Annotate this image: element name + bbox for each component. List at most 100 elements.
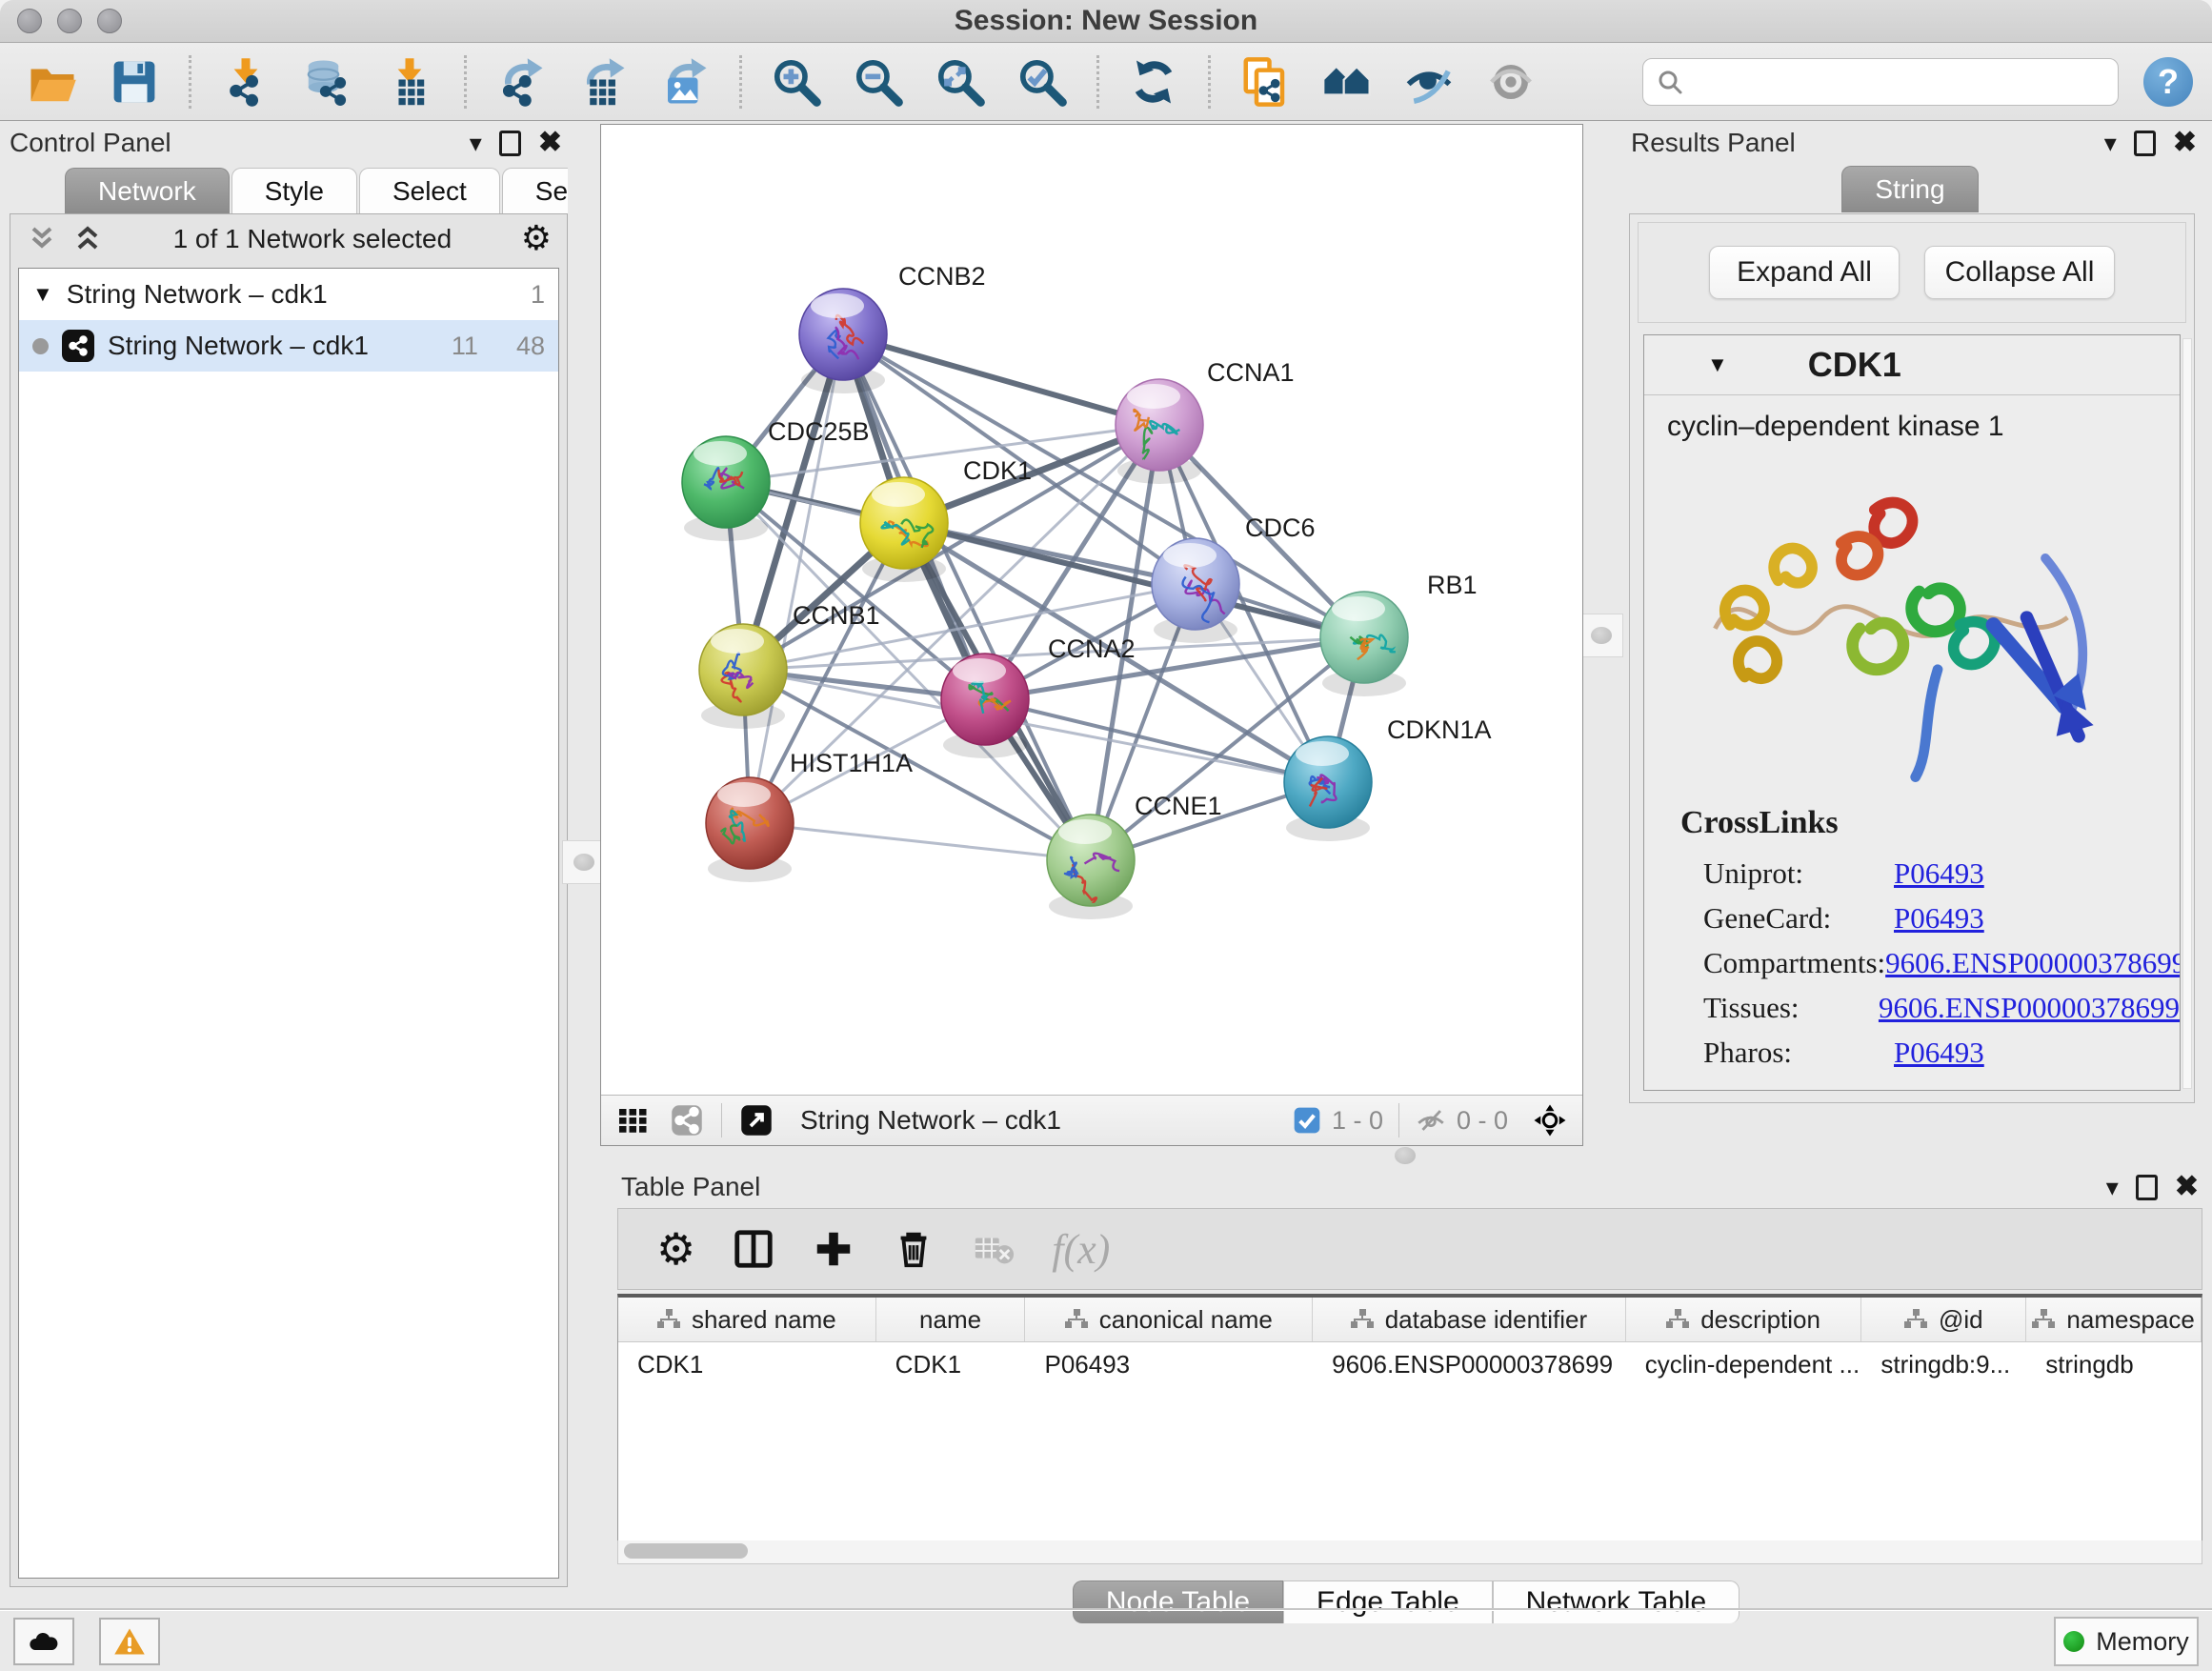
table-row[interactable]: CDK1CDK1P064939606.ENSP00000378699cyclin…	[618, 1342, 2202, 1386]
help-button[interactable]: ?	[2143, 57, 2193, 107]
crosslinks-section: CrossLinks Uniprot: P06493GeneCard: P064…	[1680, 805, 2180, 1075]
graph-node-CDKN1A[interactable]: CDKN1A	[1284, 715, 1492, 841]
splitter-handle-dot[interactable]	[1591, 627, 1612, 644]
column-header-database-identifier[interactable]: database identifier	[1313, 1298, 1626, 1341]
clone-network-button[interactable]	[1237, 54, 1293, 110]
expand-all-button[interactable]: Expand All	[1709, 246, 1900, 299]
control-panel-close-icon[interactable]: ✖	[538, 129, 562, 157]
memory-label: Memory	[2096, 1627, 2189, 1657]
graph-node-CCNA1[interactable]: CCNA1	[1116, 358, 1295, 484]
control-panel-float-icon[interactable]	[499, 131, 521, 156]
tab-select[interactable]: Select	[359, 168, 500, 214]
column-header-name[interactable]: name	[876, 1298, 1026, 1341]
delete-column-icon[interactable]	[892, 1227, 935, 1271]
zoom-fit-button[interactable]	[933, 54, 988, 110]
results-panel: Results Panel ▾ ✖ String Expand All Coll…	[1619, 126, 2202, 1101]
column-header-canonical-name[interactable]: canonical name	[1025, 1298, 1313, 1341]
control-panel-collapse-icon[interactable]: ▾	[470, 131, 482, 155]
warnings-button[interactable]	[99, 1618, 160, 1665]
left-splitter[interactable]	[568, 124, 600, 1146]
birds-eye-view-icon[interactable]	[614, 1101, 653, 1139]
save-session-button[interactable]	[107, 54, 162, 110]
cloud-status-button[interactable]	[13, 1618, 74, 1665]
tab-network[interactable]: Network	[65, 168, 230, 214]
import-network-button[interactable]	[218, 54, 273, 110]
zoom-in-button[interactable]	[769, 54, 824, 110]
import-table-button[interactable]	[382, 54, 437, 110]
results-panel-collapse-icon[interactable]: ▾	[2104, 131, 2117, 155]
table-horizontal-scrollbar[interactable]	[617, 1540, 2202, 1564]
results-scrollbar[interactable]	[2182, 338, 2192, 1089]
scrollbar-thumb[interactable]	[624, 1543, 748, 1559]
crosslink-link[interactable]: P06493	[1894, 901, 1984, 936]
graph-node-RB1[interactable]: RB1	[1320, 571, 1478, 696]
export-network-button[interactable]	[493, 54, 549, 110]
column-header-shared-name[interactable]: shared name	[618, 1298, 876, 1341]
collapse-all-button[interactable]: Collapse All	[1924, 246, 2115, 299]
string-share-icon[interactable]	[668, 1101, 706, 1139]
fit-selected-crosshair-icon[interactable]	[1531, 1101, 1569, 1139]
table-options-gear-icon[interactable]: ⚙	[656, 1227, 695, 1271]
gene-description: cyclin–dependent kinase 1	[1667, 411, 2180, 443]
show-preview-button[interactable]	[1483, 54, 1538, 110]
tab-style[interactable]: Style	[231, 168, 357, 214]
table-body: CDK1CDK1P064939606.ENSP00000378699cyclin…	[618, 1342, 2202, 1386]
network-row[interactable]: String Network – cdk1 11 48	[19, 320, 558, 372]
crosslink-link[interactable]: 9606.ENSP00000378699	[1879, 991, 2180, 1025]
crosslink-label: Pharos:	[1703, 1036, 1894, 1070]
expand-all-icon[interactable]	[71, 223, 104, 255]
splitter-handle-dot[interactable]	[1395, 1147, 1416, 1164]
splitter-handle-dot[interactable]	[573, 854, 594, 871]
node-label-CDKN1A: CDKN1A	[1387, 715, 1492, 744]
search-input[interactable]	[1693, 66, 2104, 97]
results-panel-close-icon[interactable]: ✖	[2173, 129, 2197, 157]
export-table-button[interactable]	[575, 54, 631, 110]
crosslink-link[interactable]: P06493	[1894, 1036, 1984, 1070]
crosslink-link[interactable]: P06493	[1894, 856, 1984, 891]
bottom-splitter[interactable]	[600, 1146, 2204, 1170]
right-splitter[interactable]	[1583, 124, 1619, 1146]
nodes[interactable]: CCNB2 CCNA1 CDC25B CDK1 CDC6 RB1	[682, 262, 1492, 919]
graph-node-HIST1H1A[interactable]: HIST1H1A	[706, 749, 913, 882]
search-box[interactable]	[1642, 58, 2119, 106]
edges[interactable]	[726, 334, 1364, 860]
network-collection-row[interactable]: ▼ String Network – cdk1 1	[19, 269, 558, 320]
memory-button[interactable]: Memory	[2054, 1617, 2199, 1666]
table-panel-close-icon[interactable]: ✖	[2175, 1173, 2199, 1201]
column-header-namespace[interactable]: namespace	[2026, 1298, 2202, 1341]
export-image-button[interactable]	[657, 54, 713, 110]
import-database-button[interactable]	[300, 54, 355, 110]
open-session-button[interactable]	[25, 54, 80, 110]
graph-node-CCNE1[interactable]: CCNE1	[1047, 792, 1222, 919]
network-canvas[interactable]: CCNB2 CCNA1 CDC25B CDK1 CDC6 RB1	[601, 125, 1582, 1095]
create-column-icon[interactable]	[812, 1227, 855, 1271]
table-panel: Table Panel ▾ ✖ ⚙ f(x)	[608, 1170, 2204, 1599]
graph-node-CDC6[interactable]: CDC6	[1152, 513, 1316, 643]
toolbar-separator	[1208, 55, 1211, 109]
open-in-browser-icon[interactable]	[737, 1101, 775, 1139]
gene-header-row[interactable]: ▼ CDK1	[1644, 335, 2180, 395]
hide-panels-icon	[1403, 56, 1455, 108]
table-panel-float-icon[interactable]	[2136, 1175, 2158, 1200]
gene-expander-icon[interactable]: ▼	[1707, 352, 1728, 377]
tab-string[interactable]: String	[1841, 166, 1978, 212]
collapse-all-icon[interactable]	[26, 223, 58, 255]
crosslink-label: Tissues:	[1703, 991, 1879, 1025]
crosslink-link[interactable]: 9606.ENSP00000378699	[1885, 946, 2181, 980]
show-columns-icon[interactable]	[732, 1227, 775, 1271]
graph-node-CCNB2[interactable]: CCNB2	[799, 262, 986, 393]
table-panel-collapse-icon[interactable]: ▾	[2106, 1175, 2119, 1199]
results-panel-float-icon[interactable]	[2134, 131, 2156, 156]
column-type-icon	[1904, 1309, 1927, 1330]
network-options-gear-icon[interactable]: ⚙	[521, 222, 552, 256]
node-label-CCNA2: CCNA2	[1048, 634, 1136, 663]
zoom-out-button[interactable]	[851, 54, 906, 110]
zoom-selected-button[interactable]	[1015, 54, 1070, 110]
collection-expander-icon[interactable]: ▼	[32, 282, 53, 307]
hide-panels-button[interactable]	[1401, 54, 1457, 110]
column-header-description[interactable]: description	[1626, 1298, 1862, 1341]
column-header--id[interactable]: @id	[1861, 1298, 2026, 1341]
home-button[interactable]	[1319, 54, 1375, 110]
save-session-icon	[109, 56, 160, 108]
refresh-button[interactable]	[1126, 54, 1181, 110]
